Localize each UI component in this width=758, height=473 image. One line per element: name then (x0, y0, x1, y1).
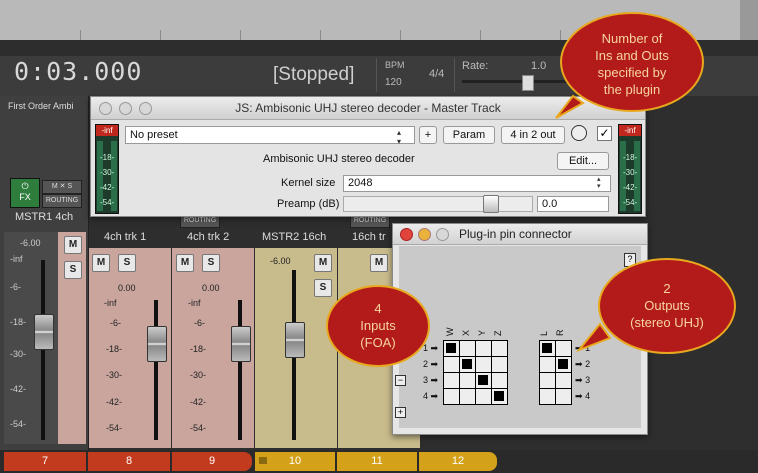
callout-line: Inputs (360, 318, 396, 333)
callout-line: 2 (663, 281, 671, 296)
callout-line: Number of (601, 31, 663, 46)
callout-line: the plugin (603, 82, 661, 97)
callout-line: 4 (374, 301, 382, 316)
callout-inputs: 4 Inputs (FOA) (326, 285, 430, 367)
callout-outputs: 2 Outputs (stereo UHJ) (598, 258, 736, 354)
callout-line: (stereo UHJ) (630, 315, 704, 330)
callout-pointer (555, 94, 585, 119)
callout-line: Ins and Outs (595, 48, 669, 63)
callout-line: specified by (597, 65, 667, 80)
callout-line: (FOA) (360, 335, 396, 350)
callout-io-count: Number of Ins and Outs specified by the … (560, 12, 704, 112)
callout-line: Outputs (644, 298, 690, 313)
